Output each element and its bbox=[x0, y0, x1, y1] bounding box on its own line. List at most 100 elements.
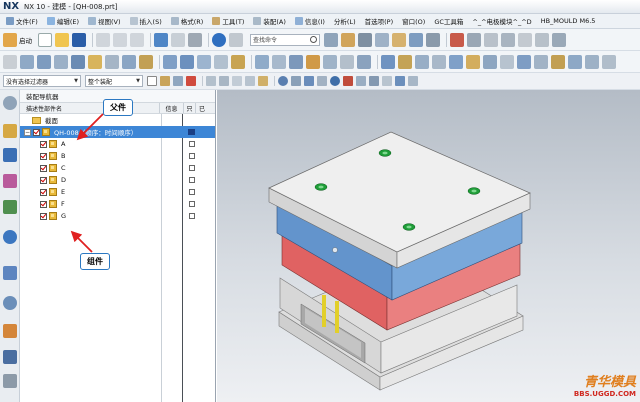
split-body-icon[interactable] bbox=[231, 54, 245, 69]
cone-icon[interactable] bbox=[54, 54, 68, 69]
menu-assembly[interactable]: 装配(A) bbox=[253, 16, 286, 26]
readonly-checkbox[interactable] bbox=[189, 177, 195, 183]
column-header-readonly[interactable]: 只 bbox=[184, 103, 196, 113]
point-on-curve-icon[interactable] bbox=[369, 76, 379, 86]
tree-row-component[interactable]: D bbox=[20, 174, 215, 186]
end-point-icon[interactable] bbox=[278, 76, 288, 86]
new-file-icon[interactable] bbox=[38, 32, 52, 47]
tree-row-root[interactable]: − QH-008（顺序：时间顺序） bbox=[20, 126, 215, 138]
command-search-input[interactable]: 查找命令 bbox=[250, 33, 320, 46]
constraint-navigator-icon[interactable] bbox=[3, 148, 17, 162]
synchronous-icon[interactable] bbox=[449, 54, 463, 69]
curve-icon[interactable] bbox=[450, 32, 464, 47]
readonly-checkbox[interactable] bbox=[189, 153, 195, 159]
assembly-navigator-icon[interactable] bbox=[3, 124, 17, 138]
menu-analysis[interactable]: 分析(L) bbox=[334, 16, 356, 26]
point-on-face-icon[interactable] bbox=[382, 76, 392, 86]
column-header-info[interactable]: 信息 bbox=[160, 103, 184, 113]
chamfer-icon[interactable] bbox=[272, 54, 286, 69]
visibility-checkbox[interactable] bbox=[40, 176, 47, 184]
move-component-icon[interactable] bbox=[585, 54, 599, 69]
tree-row-component[interactable]: E bbox=[20, 186, 215, 198]
quadrant-point-icon[interactable] bbox=[343, 76, 353, 86]
snap-point-icon[interactable] bbox=[186, 76, 196, 86]
extrude-icon[interactable] bbox=[375, 32, 389, 47]
patch-icon[interactable] bbox=[534, 54, 548, 69]
menu-electrode[interactable]: ^_^电极模块^_^D bbox=[472, 16, 531, 26]
menu-edit[interactable]: 编辑(E) bbox=[46, 16, 79, 26]
sketch-icon[interactable] bbox=[324, 32, 338, 47]
visibility-checkbox[interactable] bbox=[40, 212, 47, 220]
snap-toggle-icon[interactable] bbox=[408, 76, 418, 86]
repeat-icon[interactable] bbox=[188, 32, 202, 47]
graphics-window[interactable]: 青华模具 BBS.UGGD.COM bbox=[217, 90, 640, 402]
menu-info[interactable]: 信息(I) bbox=[294, 16, 325, 26]
extract-icon[interactable] bbox=[483, 54, 497, 69]
history-icon[interactable] bbox=[3, 266, 17, 280]
copy-icon[interactable] bbox=[113, 32, 127, 47]
visibility-checkbox[interactable] bbox=[40, 200, 47, 208]
bounded-grid-icon[interactable] bbox=[395, 76, 405, 86]
cut-icon[interactable] bbox=[96, 32, 110, 47]
selection-filter-select[interactable]: 没有选择过滤器 ▼ bbox=[3, 75, 81, 87]
menu-insert[interactable]: 插入(S) bbox=[129, 16, 162, 26]
clock-icon[interactable] bbox=[3, 296, 17, 310]
unite-icon[interactable] bbox=[163, 54, 177, 69]
menu-view[interactable]: 视图(V) bbox=[88, 16, 121, 26]
offset-face-icon[interactable] bbox=[323, 54, 337, 69]
menu-tools[interactable]: 工具(T) bbox=[212, 16, 244, 26]
offset-curve-icon[interactable] bbox=[518, 32, 532, 47]
intersect-icon[interactable] bbox=[197, 54, 211, 69]
spline-icon[interactable] bbox=[501, 32, 515, 47]
menu-hb-mould[interactable]: HB_MOULD M6.5 bbox=[541, 17, 596, 25]
trim-curve-icon[interactable] bbox=[535, 32, 549, 47]
mid-point-icon[interactable] bbox=[291, 76, 301, 86]
shell-icon[interactable] bbox=[289, 54, 303, 69]
save-icon[interactable] bbox=[72, 32, 86, 47]
explode-icon[interactable] bbox=[602, 54, 616, 69]
assembly-constraint-icon[interactable] bbox=[568, 54, 582, 69]
project-curve-icon[interactable] bbox=[552, 32, 566, 47]
thicken-icon[interactable] bbox=[517, 54, 531, 69]
tree-row-component[interactable]: G bbox=[20, 210, 215, 222]
paste-icon[interactable] bbox=[130, 32, 144, 47]
visibility-checkbox[interactable] bbox=[40, 164, 47, 172]
menu-preferences[interactable]: 首选项(P) bbox=[365, 16, 394, 26]
column-header-name[interactable]: 描述性部件名 bbox=[20, 103, 160, 113]
face-rule-icon[interactable] bbox=[219, 76, 229, 86]
redo-icon[interactable] bbox=[171, 32, 185, 47]
roles-icon[interactable] bbox=[3, 374, 17, 388]
start-button[interactable]: 启动 bbox=[3, 32, 32, 47]
subtract-icon[interactable] bbox=[180, 54, 194, 69]
control-point-icon[interactable] bbox=[304, 76, 314, 86]
cylinder-icon[interactable] bbox=[37, 54, 51, 69]
datum-icon[interactable] bbox=[341, 32, 355, 47]
body-rule-icon[interactable] bbox=[232, 76, 242, 86]
boss-icon[interactable] bbox=[105, 54, 119, 69]
column-header-modified[interactable]: 已 bbox=[196, 103, 208, 113]
readonly-checkbox[interactable] bbox=[189, 201, 195, 207]
arc-icon[interactable] bbox=[484, 32, 498, 47]
visibility-checkbox[interactable] bbox=[40, 140, 47, 148]
menu-format[interactable]: 格式(R) bbox=[170, 16, 203, 26]
tree-row-component[interactable]: A bbox=[20, 138, 215, 150]
visibility-checkbox[interactable] bbox=[40, 152, 47, 160]
open-folder-icon[interactable] bbox=[55, 32, 69, 47]
block-icon[interactable] bbox=[20, 54, 34, 69]
hole-icon[interactable] bbox=[409, 32, 423, 47]
system-materials-icon[interactable] bbox=[3, 324, 17, 338]
edge-blend-icon[interactable] bbox=[255, 54, 269, 69]
wave-link-icon[interactable] bbox=[551, 54, 565, 69]
mirror-icon[interactable] bbox=[357, 54, 371, 69]
sew-icon[interactable] bbox=[500, 54, 514, 69]
curve-rule-icon[interactable] bbox=[206, 76, 216, 86]
menu-icon[interactable] bbox=[147, 76, 157, 86]
settings-gear-icon[interactable] bbox=[3, 96, 17, 110]
existing-point-icon[interactable] bbox=[356, 76, 366, 86]
revolve-icon[interactable] bbox=[392, 32, 406, 47]
pad-icon[interactable] bbox=[122, 54, 136, 69]
replace-face-icon[interactable] bbox=[398, 54, 412, 69]
tree-row-component[interactable]: B bbox=[20, 150, 215, 162]
selection-scope-select[interactable]: 整个装配 ▼ bbox=[85, 75, 143, 87]
help-icon[interactable] bbox=[212, 32, 226, 47]
